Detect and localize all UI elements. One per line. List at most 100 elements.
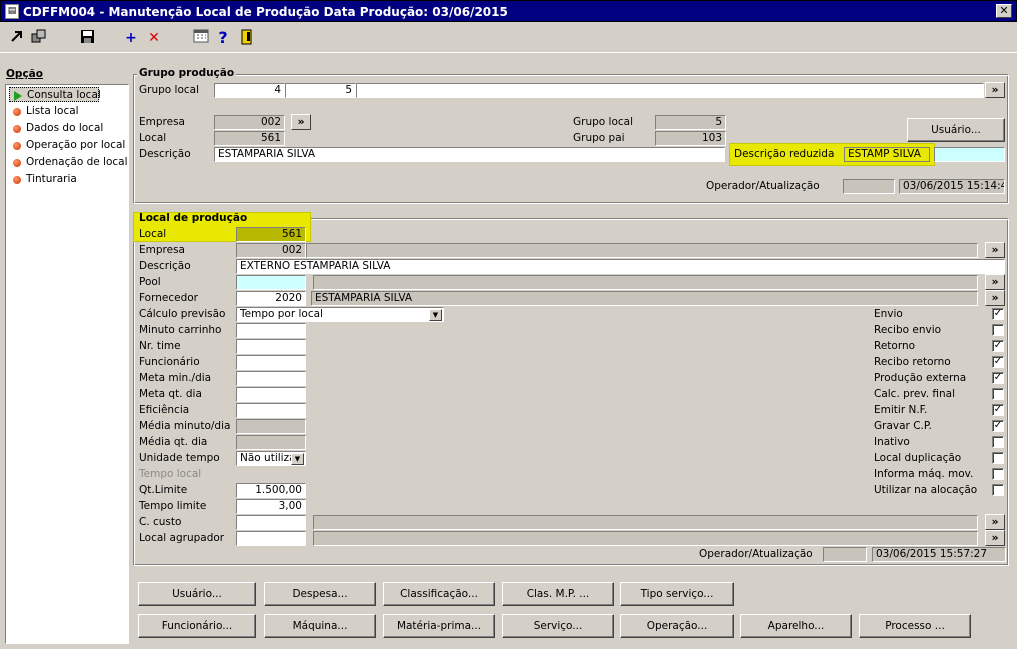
sidebar-item-dados-local[interactable]: Dados do local (9, 121, 103, 136)
window-titlebar: ▤ CDFFM004 - Manutenção Local de Produçã… (0, 0, 1017, 22)
meta-qt-field[interactable] (236, 387, 306, 402)
funcionario-button[interactable]: Funcionário... (138, 614, 256, 638)
descricao-field[interactable]: EXTERNO ESTAMPARIA SILVA (236, 259, 1005, 274)
aparelho-button[interactable]: Aparelho... (740, 614, 852, 638)
desc-reduzida-label: Descrição reduzida (734, 148, 835, 160)
export-icon[interactable] (8, 29, 26, 47)
check-informa-maq[interactable] (992, 468, 1004, 480)
qt-limite-field[interactable]: 1.500,00 (236, 483, 306, 498)
check-recibo-retorno[interactable]: ✓ (992, 356, 1004, 368)
minuto-carrinho-label: Minuto carrinho (139, 324, 222, 336)
usuario-grupo-button[interactable]: Usuário... (907, 118, 1005, 142)
operacao-button[interactable]: Operação... (620, 614, 734, 638)
add-icon[interactable]: + (122, 29, 140, 47)
local-label: Local (139, 132, 167, 144)
delete-icon[interactable]: ✕ (145, 29, 163, 47)
check-producao-externa[interactable]: ✓ (992, 372, 1004, 384)
check-calc-prev[interactable] (992, 388, 1004, 400)
sidebar-item-operacao-local[interactable]: Operação por local (9, 138, 125, 153)
check-envio-label: Envio (874, 308, 903, 320)
sidebar-item-tinturaria[interactable]: Tinturaria (9, 172, 77, 187)
despesa-button[interactable]: Despesa... (264, 582, 376, 606)
unidade-tempo-label: Unidade tempo (139, 452, 220, 464)
calculo-value: Tempo por local (240, 308, 323, 320)
funcionario-field[interactable] (236, 355, 306, 370)
check-emitir-nf[interactable]: ✓ (992, 404, 1004, 416)
local-operador-label: Operador/Atualização (699, 548, 813, 560)
check-gravar-cp[interactable]: ✓ (992, 420, 1004, 432)
local-field: 561 (214, 131, 285, 146)
local-atualizacao-field: 03/06/2015 15:57:27 (872, 547, 1006, 562)
empresa-lookup-button[interactable]: » (291, 114, 311, 130)
check-inativo[interactable] (992, 436, 1004, 448)
pool-field[interactable] (236, 275, 306, 290)
fornecedor-lookup-button[interactable]: » (985, 290, 1005, 306)
fornecedor-code-field[interactable]: 2020 (236, 291, 306, 306)
local-operador-field (823, 547, 867, 562)
bullet-icon (13, 108, 21, 116)
empresa-name-field (306, 243, 978, 258)
close-button[interactable]: ✕ (996, 4, 1012, 18)
save-icon[interactable] (78, 29, 96, 47)
sidebar-item-consulta-local[interactable]: Consulta local (9, 87, 101, 102)
classificacao-button[interactable]: Classificação... (383, 582, 495, 606)
servico-button[interactable]: Serviço... (502, 614, 614, 638)
media-min-field (236, 419, 306, 434)
grupo-local-r-label: Grupo local (573, 116, 634, 128)
check-recibo-envio[interactable] (992, 324, 1004, 336)
pool-lookup-button[interactable]: » (985, 274, 1005, 290)
desc-reduzida-extra-field[interactable] (934, 147, 1005, 162)
grupo-local-field-a[interactable]: 4 (214, 83, 285, 98)
materia-prima-button[interactable]: Matéria-prima... (383, 614, 495, 638)
meta-min-label: Meta min./dia (139, 372, 212, 384)
c-custo-lookup-button[interactable]: » (985, 514, 1005, 530)
chevron-down-icon[interactable]: ▼ (291, 453, 304, 465)
grupo-local-field-b[interactable]: 5 (285, 83, 356, 98)
meta-min-field[interactable] (236, 371, 306, 386)
check-retorno[interactable]: ✓ (992, 340, 1004, 352)
sidebar-item-ordenacao-local[interactable]: Ordenação de local (9, 155, 128, 170)
calendar-icon[interactable] (192, 29, 210, 47)
help-icon[interactable]: ? (214, 29, 232, 47)
local-agrupador-lookup-button[interactable]: » (985, 530, 1005, 546)
calculo-select[interactable]: Tempo por local ▼ (236, 307, 444, 322)
check-inativo-label: Inativo (874, 436, 910, 448)
check-local-duplicacao[interactable] (992, 452, 1004, 464)
tipo-servico-button[interactable]: Tipo serviço... (620, 582, 734, 606)
empresa-label: Empresa (139, 116, 185, 128)
clas-mp-button[interactable]: Clas. M.P. ... (502, 582, 614, 606)
check-recibo-envio-label: Recibo envio (874, 324, 942, 336)
local-agrupador-label: Local agrupador (139, 532, 225, 544)
check-utilizar-alocacao[interactable] (992, 484, 1004, 496)
nr-time-field[interactable] (236, 339, 306, 354)
processo-button[interactable]: Processo ... (859, 614, 971, 638)
local-agrupador-field[interactable] (236, 531, 306, 546)
arrow-icon (14, 91, 22, 101)
bullet-icon (13, 125, 21, 133)
eficiencia-field[interactable] (236, 403, 306, 418)
tempo-limite-field[interactable]: 3,00 (236, 499, 306, 514)
copy-icon[interactable] (30, 29, 48, 47)
maquina-button[interactable]: Máquina... (264, 614, 376, 638)
qt-limite-label: Qt.Limite (139, 484, 188, 496)
exit-icon[interactable] (238, 29, 256, 47)
sidebar-item-label: Dados do local (26, 122, 104, 134)
chevron-down-icon[interactable]: ▼ (429, 309, 442, 321)
grupo-local-lookup-button[interactable]: » (985, 82, 1005, 98)
minuto-carrinho-field[interactable] (236, 323, 306, 338)
pool-label: Pool (139, 276, 161, 288)
grupo-local-description[interactable] (356, 83, 984, 98)
c-custo-field[interactable] (236, 515, 306, 530)
empresa-field: 002 (214, 115, 285, 130)
grupo-operador-label: Operador/Atualização (706, 180, 820, 192)
check-retorno-label: Retorno (874, 340, 916, 352)
unidade-tempo-select[interactable]: Não utiliza ▼ (236, 451, 306, 466)
desc-reduzida-field[interactable]: ESTAMP SILVA (844, 147, 930, 162)
sidebar-item-lista-local[interactable]: Lista local (9, 104, 79, 119)
usuario-button[interactable]: Usuário... (138, 582, 256, 606)
check-envio[interactable]: ✓ (992, 308, 1004, 320)
grupo-local-r-field: 5 (655, 115, 726, 130)
empresa-lookup-button[interactable]: » (985, 242, 1005, 258)
check-informa-maq-label: Informa máq. mov. (874, 468, 974, 480)
descricao-field[interactable]: ESTAMPARIA SILVA (214, 147, 725, 162)
